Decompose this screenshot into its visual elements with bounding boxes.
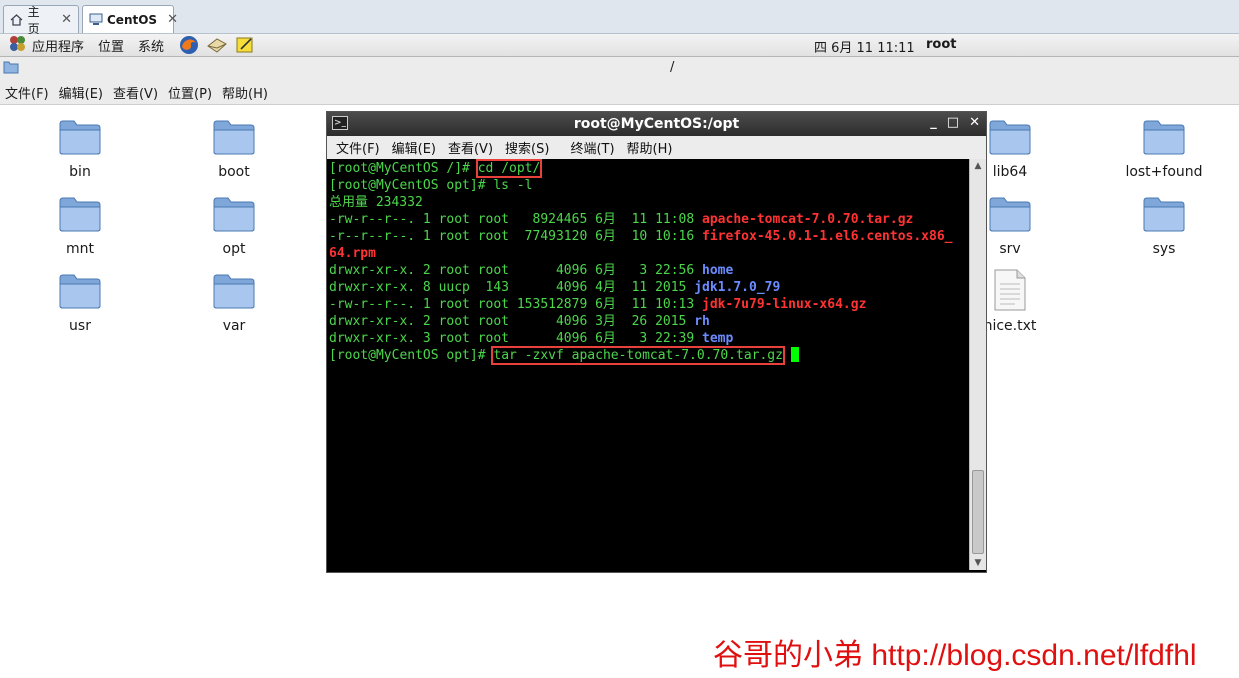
close-icon[interactable]: ✕ xyxy=(157,12,178,27)
menu-help[interactable]: 帮助(H) xyxy=(222,83,268,102)
tab-bar: 主页 ✕ CentOS ✕ xyxy=(0,0,1239,36)
terminal-line: [root@MyCentOS /]# cd /opt/ xyxy=(329,159,543,178)
applications-menu[interactable]: 应用程序 xyxy=(8,34,84,56)
panel-clock[interactable]: 四 6月 11 11:11 xyxy=(814,37,915,56)
file-item[interactable]: lost+found xyxy=(1114,118,1214,180)
file-name: bin xyxy=(69,164,91,180)
scrollbar-thumb[interactable] xyxy=(972,470,984,554)
close-icon[interactable]: ✕ xyxy=(51,12,72,27)
home-icon xyxy=(10,13,24,27)
terminal-line: drwxr-xr-x. 2 root root 4096 3月 26 2015 … xyxy=(329,314,710,329)
top-panel: 应用程序 位置 系统 四 6月 11 11:11 root xyxy=(0,34,1239,57)
folder-icon xyxy=(58,272,102,310)
system-label: 系统 xyxy=(138,39,165,55)
highlighted-command: tar -zxvf apache-tomcat-7.0.70.tar.gz xyxy=(491,346,785,365)
terminal-line: -r--r--r--. 1 root root 77493120 6月 10 1… xyxy=(329,229,953,244)
terminal-title: root@MyCentOS:/opt xyxy=(573,116,740,132)
terminal-menu-help[interactable]: 帮助(H) xyxy=(627,138,673,157)
vm-icon xyxy=(89,13,103,27)
applications-icon xyxy=(8,34,28,56)
tab-label: CentOS xyxy=(107,12,158,27)
location-bar: / xyxy=(0,57,1239,81)
terminal-menu-view[interactable]: 查看(V) xyxy=(448,138,493,157)
folder-icon xyxy=(988,195,1032,233)
tab-home[interactable]: 主页 ✕ xyxy=(3,5,79,36)
file-item[interactable]: var xyxy=(184,272,284,334)
terminal-cursor xyxy=(790,347,799,362)
terminal-line: drwxr-xr-x. 2 root root 4096 6月 3 22:56 … xyxy=(329,263,734,278)
terminal-line: -rw-r--r--. 1 root root 8924465 6月 11 11… xyxy=(329,212,914,227)
folder-icon xyxy=(212,118,256,156)
file-name: sys xyxy=(1152,241,1176,257)
notes-icon[interactable] xyxy=(234,35,256,55)
tab-label: 主页 xyxy=(27,4,40,36)
highlighted-command: cd /opt/ xyxy=(475,159,543,178)
watermark: 谷哥的小弟 http://blog.csdn.net/lfdfhl xyxy=(713,639,1197,672)
terminal-scrollbar[interactable]: ▲ ▼ xyxy=(969,159,986,570)
terminal-line: [root@MyCentOS opt]# ls -l xyxy=(329,178,533,193)
file-name: mnt xyxy=(66,241,94,257)
panel-user[interactable]: root xyxy=(926,37,957,52)
close-icon[interactable]: ✕ xyxy=(969,115,980,130)
folder-small-icon[interactable] xyxy=(3,60,19,78)
terminal-screen[interactable]: [root@MyCentOS /]# cd /opt/[root@MyCentO… xyxy=(327,159,969,570)
menu-file[interactable]: 文件(F) xyxy=(5,83,49,102)
file-name: opt xyxy=(222,241,246,257)
terminal-menu-terminal[interactable]: 终端(T) xyxy=(570,138,614,157)
menu-places[interactable]: 位置(P) xyxy=(168,83,212,102)
folder-icon xyxy=(212,195,256,233)
tab-centos[interactable]: CentOS ✕ xyxy=(82,5,178,33)
file-item[interactable]: opt xyxy=(184,195,284,257)
terminal-menubar: 文件(F) 编辑(E) 查看(V) 搜索(S) 终端(T) 帮助(H) xyxy=(327,136,986,159)
terminal-line: -rw-r--r--. 1 root root 153512879 6月 11 … xyxy=(329,297,867,312)
file-item[interactable]: mnt xyxy=(30,195,130,257)
terminal-icon: >_ xyxy=(332,116,348,130)
folder-icon xyxy=(58,195,102,233)
file-name: var xyxy=(222,318,246,334)
text-file-icon xyxy=(988,268,1032,312)
terminal-menu-search[interactable]: 搜索(S) xyxy=(505,138,549,157)
maximize-icon[interactable]: □ xyxy=(947,115,959,130)
folder-icon xyxy=(212,272,256,310)
folder-icon xyxy=(988,118,1032,156)
terminal-line: drwxr-xr-x. 3 root root 4096 6月 3 22:39 … xyxy=(329,331,734,346)
system-menu[interactable]: 系统 xyxy=(138,36,164,55)
terminal-line: 64.rpm xyxy=(329,246,376,261)
mail-icon[interactable] xyxy=(206,35,228,55)
file-name: lost+found xyxy=(1125,164,1203,180)
places-menu[interactable]: 位置 xyxy=(98,36,124,55)
file-item[interactable]: usr xyxy=(30,272,130,334)
terminal-line: drwxr-xr-x. 8 uucp 143 4096 4月 11 2015 j… xyxy=(329,280,781,295)
scroll-up-icon[interactable]: ▲ xyxy=(970,159,986,173)
terminal-menu-edit[interactable]: 编辑(E) xyxy=(392,138,436,157)
places-label: 位置 xyxy=(98,39,125,55)
location-path[interactable]: / xyxy=(670,60,674,75)
file-manager-menubar: 文件(F) 编辑(E) 查看(V) 位置(P) 帮助(H) xyxy=(0,81,1239,105)
folder-icon xyxy=(1142,118,1186,156)
terminal-titlebar[interactable]: >_ root@MyCentOS:/opt _ □ ✕ xyxy=(327,112,986,136)
terminal-line: 总用量 234332 xyxy=(329,195,423,210)
terminal-window[interactable]: >_ root@MyCentOS:/opt _ □ ✕ 文件(F) 编辑(E) … xyxy=(326,111,987,573)
folder-icon xyxy=(58,118,102,156)
menu-edit[interactable]: 编辑(E) xyxy=(59,83,103,102)
file-item[interactable]: sys xyxy=(1114,195,1214,257)
file-name: boot xyxy=(218,164,250,180)
scroll-down-icon[interactable]: ▼ xyxy=(970,556,986,570)
terminal-menu-file[interactable]: 文件(F) xyxy=(336,138,380,157)
file-item[interactable]: boot xyxy=(184,118,284,180)
file-item[interactable]: bin xyxy=(30,118,130,180)
applications-label: 应用程序 xyxy=(32,39,85,55)
file-name: usr xyxy=(69,318,91,334)
firefox-icon[interactable] xyxy=(178,35,200,55)
terminal-line: [root@MyCentOS opt]# tar -zxvf apache-to… xyxy=(329,346,967,365)
minimize-icon[interactable]: _ xyxy=(930,115,937,130)
menu-view[interactable]: 查看(V) xyxy=(113,83,158,102)
folder-icon xyxy=(1142,195,1186,233)
